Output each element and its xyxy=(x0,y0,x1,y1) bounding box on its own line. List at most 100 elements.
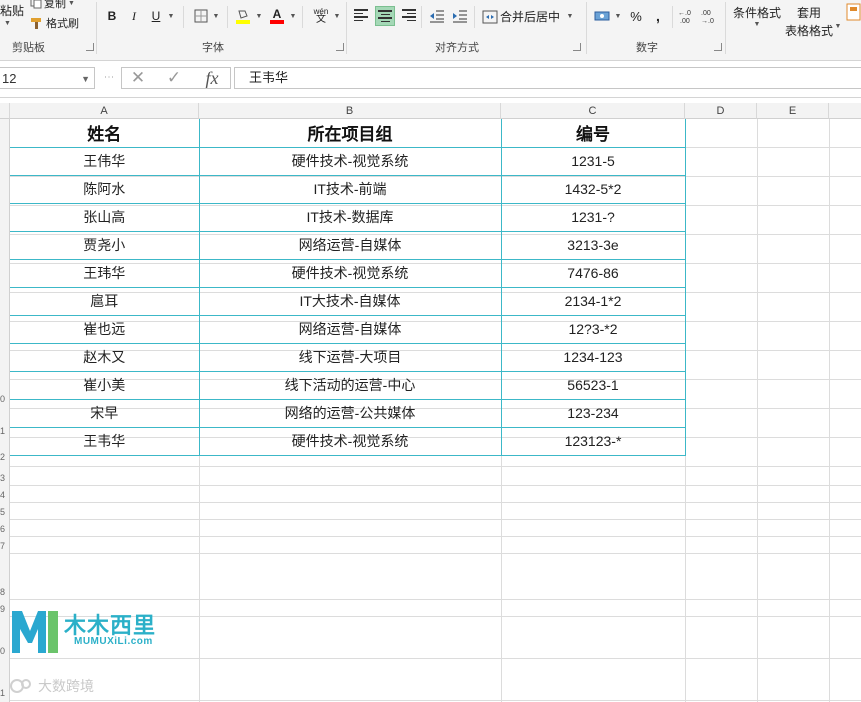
row-header-strip[interactable] xyxy=(0,119,10,702)
row-number: 8 xyxy=(0,587,6,597)
cell[interactable]: 硬件技术-视觉系统 xyxy=(198,426,502,456)
gridline xyxy=(10,599,861,600)
underline-dropdown[interactable]: ▼ xyxy=(165,7,177,25)
increase-decimal-button[interactable]: ←.0.00 xyxy=(678,7,698,25)
chevron-down-icon: ▼ xyxy=(566,12,574,20)
accounting-dropdown[interactable]: ▼ xyxy=(613,7,623,25)
cell[interactable]: 硬件技术-视觉系统 xyxy=(198,146,502,176)
select-all-corner[interactable] xyxy=(0,103,10,119)
cancel-icon[interactable]: ✕ xyxy=(124,68,152,88)
cell[interactable]: 线下活动的运营-中心 xyxy=(198,370,502,400)
decrease-indent-button[interactable] xyxy=(428,7,446,25)
cell[interactable]: 扈耳 xyxy=(10,286,200,316)
borders-button[interactable] xyxy=(192,7,210,25)
brush-icon xyxy=(30,16,44,30)
cell[interactable]: 1231-? xyxy=(500,202,686,232)
cell[interactable]: 56523-1 xyxy=(500,370,686,400)
align-center-button[interactable] xyxy=(375,6,395,26)
cell[interactable]: 宋早 xyxy=(10,398,200,428)
header-cell-group[interactable]: 所在项目组 xyxy=(198,119,502,148)
cell[interactable]: 陈阿水 xyxy=(10,174,200,204)
column-header-c[interactable]: C xyxy=(501,103,685,119)
increase-indent-button[interactable] xyxy=(451,7,469,25)
column-header-e[interactable]: E xyxy=(757,103,829,119)
cell[interactable]: 崔小美 xyxy=(10,370,200,400)
fill-color-button[interactable] xyxy=(234,7,252,25)
cell[interactable]: 崔也远 xyxy=(10,314,200,344)
phonetic-guide-button[interactable]: wén 文 xyxy=(308,7,334,25)
decrease-decimal-button[interactable]: .00 →.0 xyxy=(701,7,721,25)
cell[interactable]: 123-234 xyxy=(500,398,686,428)
cell[interactable]: 123123-* xyxy=(500,426,686,456)
cell[interactable]: 硬件技术-视觉系统 xyxy=(198,258,502,288)
cell[interactable]: 12?3-*2 xyxy=(500,314,686,344)
header-cell-id[interactable]: 编号 xyxy=(500,119,686,148)
cell[interactable]: 1231-5 xyxy=(500,146,686,176)
cell[interactable]: 赵木又 xyxy=(10,342,200,372)
accounting-format-button[interactable] xyxy=(593,7,613,25)
cell[interactable]: 1234-123 xyxy=(500,342,686,372)
paste-dropdown[interactable]: ▼ xyxy=(4,20,11,27)
format-as-table-button[interactable]: 套用 表格格式 xyxy=(785,4,833,39)
cell[interactable]: 王伟华 xyxy=(10,146,200,176)
align-left-button[interactable] xyxy=(354,6,372,24)
alignment-launcher-icon[interactable] xyxy=(573,43,581,51)
number-launcher-icon[interactable] xyxy=(714,43,722,51)
cell[interactable]: 王韦华 xyxy=(10,426,200,456)
cell[interactable]: 张山高 xyxy=(10,202,200,232)
enter-icon[interactable]: ✓ xyxy=(160,68,188,88)
cell[interactable]: 7476-86 xyxy=(500,258,686,288)
cell[interactable]: 网络的运营-公共媒体 xyxy=(198,398,502,428)
phonetic-glyph: 文 xyxy=(316,14,326,25)
cell[interactable]: 1432-5*2 xyxy=(500,174,686,204)
phonetic-dropdown[interactable]: ▼ xyxy=(332,7,342,25)
chevron-down-icon: ▼ xyxy=(255,12,263,20)
splitter-handle-icon[interactable]: ⋮ xyxy=(103,72,114,81)
format-painter-button[interactable]: 格式刷 xyxy=(30,15,79,31)
cell[interactable]: 网络运营-自媒体 xyxy=(198,314,502,344)
column-header-b[interactable]: B xyxy=(199,103,501,119)
cell-styles-button[interactable] xyxy=(846,2,861,22)
merge-dropdown[interactable]: ▼ xyxy=(564,7,576,25)
name-box[interactable]: 12 ▼ xyxy=(0,67,95,89)
borders-dropdown[interactable]: ▼ xyxy=(210,7,222,25)
italic-button[interactable]: I xyxy=(125,7,143,25)
copy-button[interactable]: 复制 ▼ xyxy=(30,0,75,11)
cell[interactable]: IT技术-前端 xyxy=(198,174,502,204)
column-header-a[interactable]: A xyxy=(10,103,199,119)
gridline xyxy=(10,553,861,554)
cell[interactable]: 王玮华 xyxy=(10,258,200,288)
font-color-button[interactable]: A xyxy=(268,7,286,25)
cell[interactable]: 贾尧小 xyxy=(10,230,200,260)
chevron-down-icon: ▼ xyxy=(614,12,622,20)
percent-button[interactable]: % xyxy=(627,7,645,25)
merge-center-button[interactable]: 合并后居中 xyxy=(482,8,560,25)
conditional-format-button[interactable]: 条件格式 ▼ xyxy=(733,4,781,28)
font-color-dropdown[interactable]: ▼ xyxy=(287,7,299,25)
comma-button[interactable]: , xyxy=(649,7,667,25)
fill-color-dropdown[interactable]: ▼ xyxy=(253,7,265,25)
insert-function-button[interactable]: fx xyxy=(198,68,226,88)
header-cell-name[interactable]: 姓名 xyxy=(10,119,200,148)
cell[interactable]: IT大技术-自媒体 xyxy=(198,286,502,316)
column-header-f[interactable] xyxy=(829,103,861,119)
font-group-label: 字体 xyxy=(202,42,224,54)
bold-button[interactable]: B xyxy=(103,7,121,25)
underline-button[interactable]: U xyxy=(147,7,165,25)
enter-glyph: ✓ xyxy=(166,68,182,87)
cell[interactable]: 线下运营-大项目 xyxy=(198,342,502,372)
cell[interactable]: IT技术-数据库 xyxy=(198,202,502,232)
column-header-d[interactable]: D xyxy=(685,103,757,119)
cell[interactable]: 网络运营-自媒体 xyxy=(198,230,502,260)
paste-button[interactable]: 粘贴 xyxy=(0,2,24,19)
cell[interactable]: 3213-3e xyxy=(500,230,686,260)
formula-input[interactable]: 王韦华 xyxy=(234,67,861,89)
align-right-button[interactable] xyxy=(398,6,416,24)
cell[interactable]: 2134-1*2 xyxy=(500,286,686,316)
line xyxy=(407,12,416,14)
table-row: 贾尧小 网络运营-自媒体 3213-3e xyxy=(10,230,686,260)
table-row: 陈阿水 IT技术-前端 1432-5*2 xyxy=(10,174,686,204)
clipboard-launcher-icon[interactable] xyxy=(86,43,94,51)
font-launcher-icon[interactable] xyxy=(336,43,344,51)
table-format-dropdown[interactable]: ▼ xyxy=(833,17,843,35)
